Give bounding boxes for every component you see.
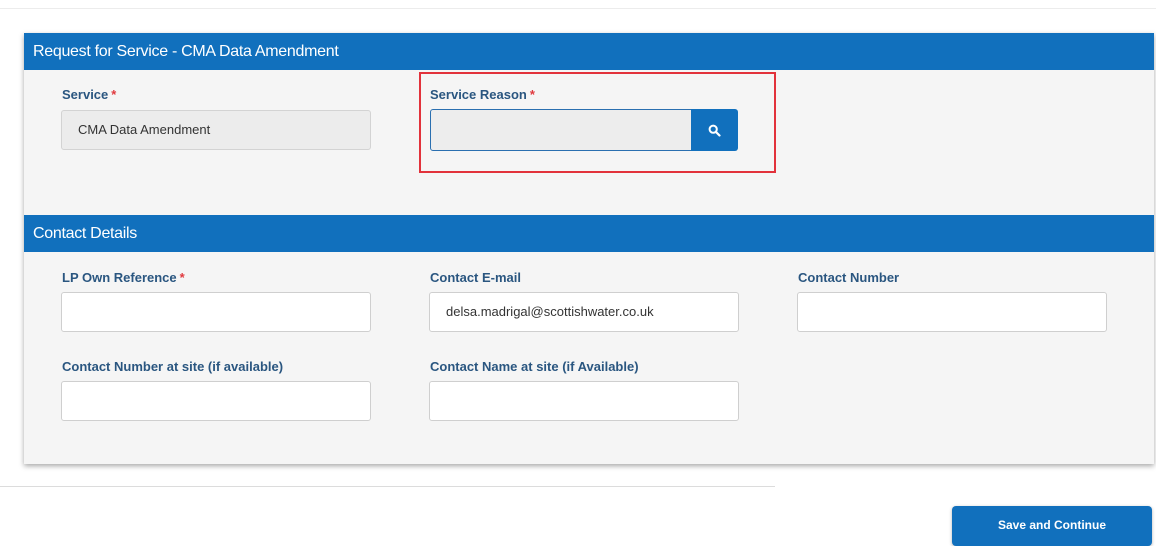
- service-section-header: Request for Service - CMA Data Amendment: [24, 33, 1154, 70]
- lp-own-reference-label: LP Own Reference *: [62, 270, 185, 285]
- required-marker: *: [111, 87, 117, 102]
- service-field: CMA Data Amendment: [61, 110, 371, 150]
- lp-own-reference-input[interactable]: [61, 292, 371, 332]
- required-marker: *: [179, 270, 185, 285]
- bottom-divider: [0, 486, 775, 487]
- service-request-card: Request for Service - CMA Data Amendment…: [24, 33, 1154, 464]
- lp-own-reference-label-text: LP Own Reference: [62, 270, 177, 285]
- top-divider: [0, 8, 1156, 9]
- contact-email-input[interactable]: delsa.madrigal@scottishwater.co.uk: [429, 292, 739, 332]
- contact-number-site-label: Contact Number at site (if available): [62, 359, 284, 374]
- contact-section-header: Contact Details: [24, 215, 1154, 252]
- contact-email-label: Contact E-mail: [430, 270, 522, 285]
- service-label: Service *: [62, 87, 116, 102]
- contact-number-site-input[interactable]: [61, 381, 371, 421]
- save-and-continue-button[interactable]: Save and Continue: [952, 506, 1152, 546]
- contact-name-site-input[interactable]: [429, 381, 739, 421]
- contact-name-site-label: Contact Name at site (if Available): [430, 359, 639, 374]
- contact-number-label: Contact Number: [798, 270, 900, 285]
- service-reason-highlight: [419, 72, 776, 173]
- service-label-text: Service: [62, 87, 109, 102]
- contact-number-input[interactable]: [797, 292, 1107, 332]
